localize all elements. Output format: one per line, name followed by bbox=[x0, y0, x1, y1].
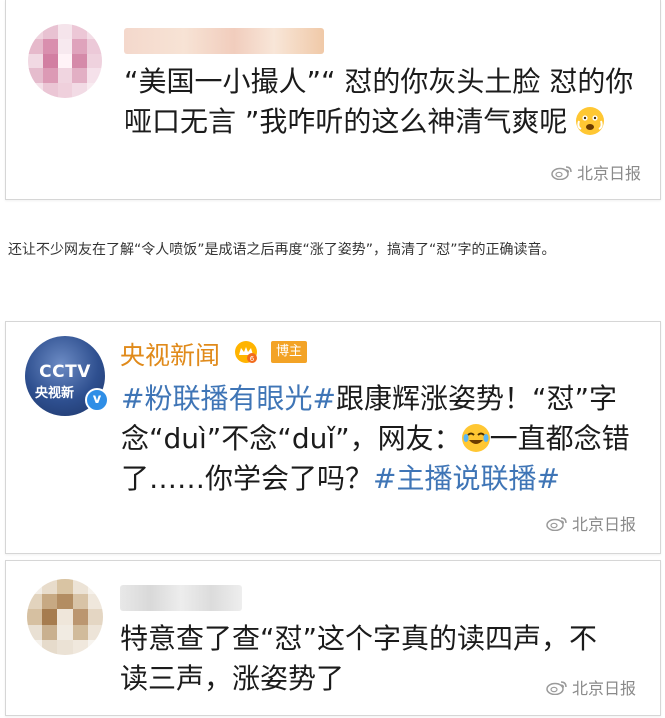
cctv-logo: CCTV bbox=[39, 362, 91, 382]
avatar-sub-label: 央视新 bbox=[35, 386, 75, 401]
post-text: “美国一小撮人”“ 怼的你灰头土脸 怼的你哑口无言 ”我咋听的这么神清气爽呢 bbox=[124, 65, 634, 138]
comment-card-3: 特意查了查“怼”这个字真的读四声，不读三声，涨姿势了 北京日报 bbox=[5, 560, 661, 716]
username-blurred[interactable] bbox=[124, 28, 324, 54]
watermark: 北京日报 bbox=[546, 511, 636, 535]
comment-card-1: “美国一小撮人”“ 怼的你灰头土脸 怼的你哑口无言 ”我咋听的这么神清气爽呢 北… bbox=[5, 0, 661, 200]
watermark: 北京日报 bbox=[551, 160, 641, 184]
weibo-logo-icon bbox=[546, 681, 567, 695]
weibo-logo-icon bbox=[546, 517, 567, 531]
svg-text:6: 6 bbox=[250, 355, 255, 363]
crying-laughing-emoji bbox=[461, 424, 490, 452]
watermark: 北京日报 bbox=[546, 675, 636, 699]
user-avatar-blurred[interactable] bbox=[27, 579, 103, 655]
post-text: 特意查了查“怼”这个字真的读四声，不读三声，涨姿势了 bbox=[120, 622, 598, 695]
user-avatar-blurred[interactable] bbox=[28, 24, 102, 98]
username-blurred[interactable] bbox=[120, 585, 242, 611]
verified-icon: v bbox=[85, 388, 109, 412]
hashtag-link[interactable]: #粉联播有眼光# bbox=[121, 382, 336, 415]
article-paragraph: 还让不少网友在了解“令人喷饭”是成语之后再度“涨了姿势”，搞清了“怼”字的正确读… bbox=[8, 242, 556, 258]
scared-face-emoji bbox=[576, 107, 605, 135]
post-text: #粉联播有眼光#跟康辉涨姿势！“怼”字念“duì”不念“duǐ”，网友： 一直都… bbox=[121, 382, 630, 495]
hashtag-link[interactable]: #主播说联播# bbox=[373, 462, 560, 495]
weibo-logo-icon bbox=[551, 166, 572, 180]
vip-crown-icon: 6 bbox=[235, 341, 257, 363]
username[interactable]: 央视新闻 bbox=[120, 336, 220, 372]
role-badge: 博主 bbox=[271, 341, 308, 363]
